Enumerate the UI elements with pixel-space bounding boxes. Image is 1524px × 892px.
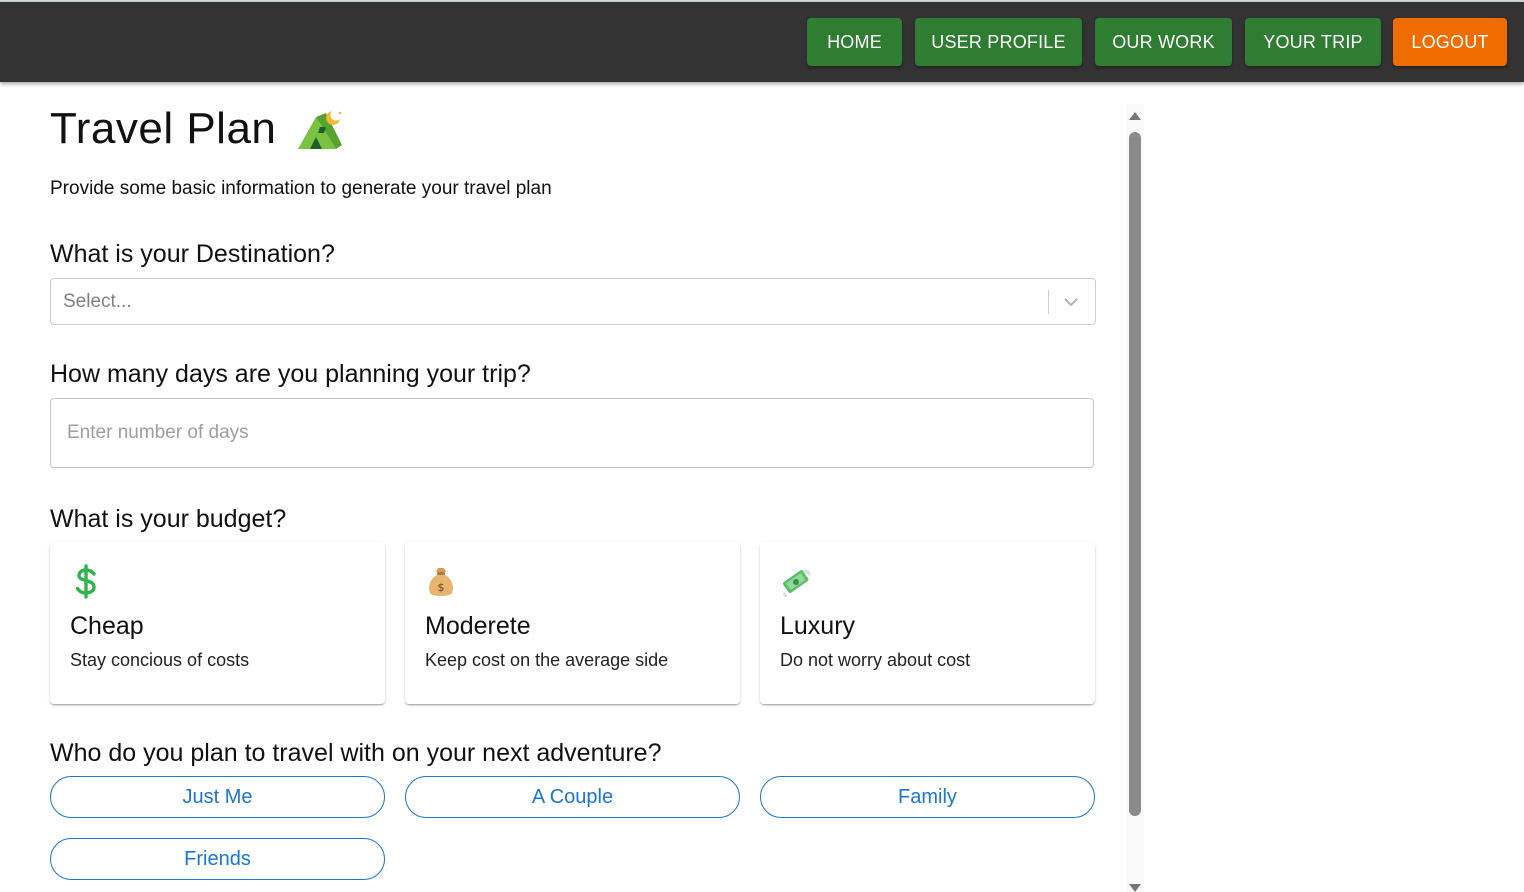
budget-card-luxury[interactable]: Luxury Do not worry about cost [760,542,1095,704]
budget-card-desc: Stay concious of costs [70,650,250,670]
dollar-sign-icon [75,564,96,599]
destination-placeholder: Select... [63,290,132,312]
vertical-scrollbar[interactable] [1126,104,1144,892]
nav-user-profile-button[interactable]: USER PROFILE [915,18,1082,66]
companion-just-me-button[interactable]: Just Me [50,776,385,818]
nav-our-work-button[interactable]: OUR WORK [1095,18,1232,66]
companions-question: Who do you plan to travel with on your n… [50,739,662,767]
navbar: HOME USER PROFILE OUR WORK YOUR TRIP LOG… [0,2,1524,82]
tent-icon [298,111,343,149]
days-question: How many days are you planning your trip… [50,360,531,388]
nav-logout-button[interactable]: LOGOUT [1393,18,1507,66]
page-subtitle: Provide some basic information to genera… [50,178,552,199]
destination-select[interactable]: Select... [50,278,1096,325]
days-input[interactable] [50,398,1094,468]
budget-card-title: Cheap [70,612,144,640]
destination-question: What is your Destination? [50,240,335,268]
money-with-wings-icon [782,569,811,598]
nav-home-button[interactable]: HOME [807,18,902,66]
companion-friends-button[interactable]: Friends [50,838,385,880]
budget-card-desc: Do not worry about cost [780,650,971,670]
nav-your-trip-button[interactable]: YOUR TRIP [1245,18,1381,66]
money-bag-icon: $ [429,568,453,596]
svg-text:$: $ [438,581,445,594]
scroll-down-arrow-icon[interactable] [1129,884,1141,892]
page-header: Travel Plan [50,104,344,154]
budget-card-title: Luxury [780,612,856,640]
budget-question: What is your budget? [50,505,287,533]
scroll-up-arrow-icon[interactable] [1129,112,1141,120]
chevron-down-icon[interactable] [1061,292,1081,312]
page-title: Travel Plan [50,104,277,153]
scroll-thumb[interactable] [1129,132,1141,816]
budget-card-title: Moderete [425,612,531,640]
budget-card-cheap[interactable]: Cheap Stay concious of costs [50,542,385,704]
budget-card-desc: Keep cost on the average side [425,650,669,670]
companion-family-button[interactable]: Family [760,776,1095,818]
companion-couple-button[interactable]: A Couple [405,776,740,818]
budget-card-moderate[interactable]: $ Moderete Keep cost on the average side [405,542,740,704]
select-separator [1048,289,1049,314]
